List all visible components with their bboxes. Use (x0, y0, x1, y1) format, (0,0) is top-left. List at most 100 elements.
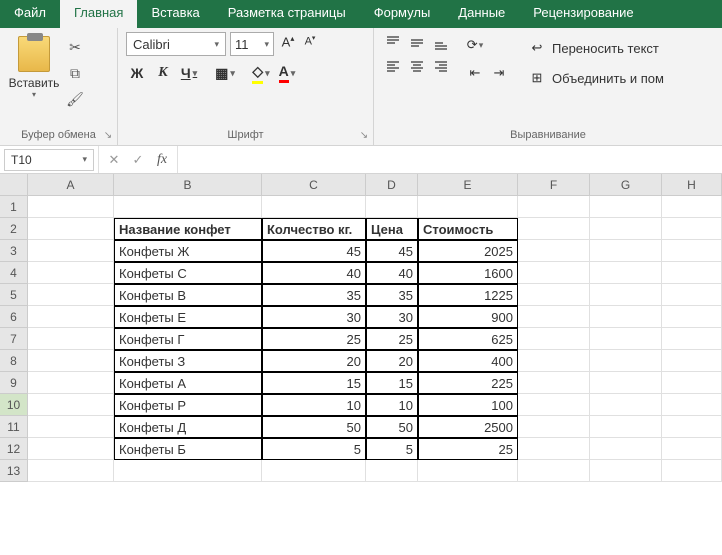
cell-G5[interactable] (590, 284, 662, 306)
cell-A6[interactable] (28, 306, 114, 328)
cell-E11[interactable]: 2500 (418, 416, 518, 438)
cancel-formula-button[interactable]: ✕ (103, 149, 125, 171)
row-header-12[interactable]: 12 (0, 438, 28, 460)
cell-B11[interactable]: Конфеты Д (114, 416, 262, 438)
cell-D2[interactable]: Цена (366, 218, 418, 240)
select-all-corner[interactable] (0, 174, 28, 196)
borders-button[interactable]: ▦▾ (214, 62, 236, 84)
cell-D13[interactable] (366, 460, 418, 482)
cell-B2[interactable]: Название конфет (114, 218, 262, 240)
orientation-button[interactable]: ⟳▾ (464, 34, 486, 56)
cell-E5[interactable]: 1225 (418, 284, 518, 306)
cell-G13[interactable] (590, 460, 662, 482)
italic-button[interactable]: К (152, 62, 174, 84)
grow-font-button[interactable]: A▴ (278, 34, 298, 54)
align-left-button[interactable] (382, 56, 404, 78)
cell-E7[interactable]: 625 (418, 328, 518, 350)
cut-icon[interactable]: ✂ (66, 38, 84, 56)
cell-F7[interactable] (518, 328, 590, 350)
row-header-4[interactable]: 4 (0, 262, 28, 284)
col-header-D[interactable]: D (366, 174, 418, 196)
cell-B13[interactable] (114, 460, 262, 482)
cell-F4[interactable] (518, 262, 590, 284)
underline-button[interactable]: Ч▾ (178, 62, 200, 84)
cell-E3[interactable]: 2025 (418, 240, 518, 262)
cell-A3[interactable] (28, 240, 114, 262)
cell-C1[interactable] (262, 196, 366, 218)
cell-F9[interactable] (518, 372, 590, 394)
cell-B6[interactable]: Конфеты Е (114, 306, 262, 328)
cell-A12[interactable] (28, 438, 114, 460)
row-header-6[interactable]: 6 (0, 306, 28, 328)
col-header-C[interactable]: C (262, 174, 366, 196)
cell-A4[interactable] (28, 262, 114, 284)
cell-H10[interactable] (662, 394, 722, 416)
decrease-indent-button[interactable]: ⇤ (464, 62, 486, 84)
cell-A9[interactable] (28, 372, 114, 394)
cell-E10[interactable]: 100 (418, 394, 518, 416)
cell-C12[interactable]: 5 (262, 438, 366, 460)
cell-F5[interactable] (518, 284, 590, 306)
bold-button[interactable]: Ж (126, 62, 148, 84)
formula-input[interactable] (178, 148, 722, 171)
cell-C2[interactable]: Колчество кг. (262, 218, 366, 240)
cell-F12[interactable] (518, 438, 590, 460)
cell-F10[interactable] (518, 394, 590, 416)
cell-F13[interactable] (518, 460, 590, 482)
cell-H13[interactable] (662, 460, 722, 482)
cell-F11[interactable] (518, 416, 590, 438)
align-middle-button[interactable] (406, 32, 428, 54)
cell-H3[interactable] (662, 240, 722, 262)
name-box[interactable]: T10 ▾ (4, 149, 94, 171)
cell-G6[interactable] (590, 306, 662, 328)
cell-D3[interactable]: 45 (366, 240, 418, 262)
cell-G9[interactable] (590, 372, 662, 394)
cell-A1[interactable] (28, 196, 114, 218)
cell-A7[interactable] (28, 328, 114, 350)
cell-C3[interactable]: 45 (262, 240, 366, 262)
tab-разметка страницы[interactable]: Разметка страницы (214, 0, 360, 28)
cell-G12[interactable] (590, 438, 662, 460)
cell-C11[interactable]: 50 (262, 416, 366, 438)
align-right-button[interactable] (430, 56, 452, 78)
shrink-font-button[interactable]: A▾ (300, 34, 320, 54)
cell-H5[interactable] (662, 284, 722, 306)
tab-файл[interactable]: Файл (0, 0, 60, 28)
cell-A8[interactable] (28, 350, 114, 372)
col-header-G[interactable]: G (590, 174, 662, 196)
merge-button[interactable]: ⊞ Объединить и пом (528, 66, 664, 90)
cell-H6[interactable] (662, 306, 722, 328)
dialog-launcher-icon[interactable]: ↘ (357, 129, 371, 143)
cell-E9[interactable]: 225 (418, 372, 518, 394)
font-size-select[interactable]: 11 ▾ (230, 32, 274, 56)
cell-C9[interactable]: 15 (262, 372, 366, 394)
cell-H12[interactable] (662, 438, 722, 460)
row-header-13[interactable]: 13 (0, 460, 28, 482)
cell-B5[interactable]: Конфеты В (114, 284, 262, 306)
cell-F2[interactable] (518, 218, 590, 240)
tab-вставка[interactable]: Вставка (137, 0, 213, 28)
cell-C7[interactable]: 25 (262, 328, 366, 350)
cell-A5[interactable] (28, 284, 114, 306)
spreadsheet-grid[interactable]: ABCDEFGH12Название конфетКолчество кг.Це… (0, 174, 722, 482)
cell-D1[interactable] (366, 196, 418, 218)
copy-icon[interactable]: ⧉ (66, 64, 84, 82)
align-top-button[interactable] (382, 32, 404, 54)
cell-H9[interactable] (662, 372, 722, 394)
row-header-3[interactable]: 3 (0, 240, 28, 262)
tab-главная[interactable]: Главная (60, 0, 137, 28)
cell-B8[interactable]: Конфеты З (114, 350, 262, 372)
cell-E4[interactable]: 1600 (418, 262, 518, 284)
cell-E1[interactable] (418, 196, 518, 218)
row-header-10[interactable]: 10 (0, 394, 28, 416)
cell-F6[interactable] (518, 306, 590, 328)
cell-C5[interactable]: 35 (262, 284, 366, 306)
cell-F1[interactable] (518, 196, 590, 218)
cell-G3[interactable] (590, 240, 662, 262)
cell-G4[interactable] (590, 262, 662, 284)
paste-button[interactable]: Вставить ▾ (8, 32, 60, 99)
cell-D10[interactable]: 10 (366, 394, 418, 416)
cell-D5[interactable]: 35 (366, 284, 418, 306)
cell-A2[interactable] (28, 218, 114, 240)
accept-formula-button[interactable]: ✓ (127, 149, 149, 171)
